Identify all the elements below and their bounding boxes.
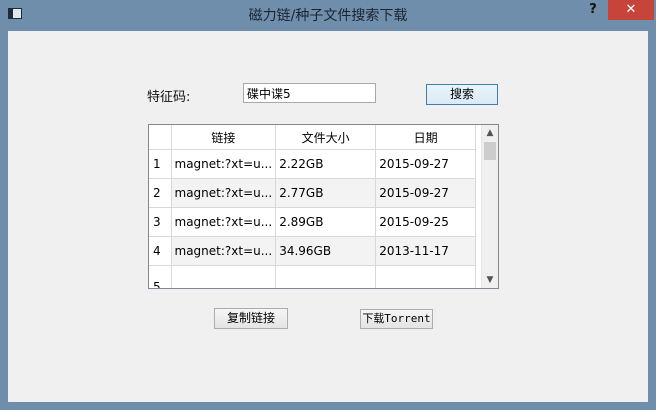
scroll-thumb[interactable]	[484, 142, 496, 160]
cell-size[interactable]: 2.89GB	[275, 207, 377, 237]
row-number[interactable]: 4	[149, 236, 172, 266]
code-input[interactable]	[243, 83, 376, 103]
vertical-scrollbar[interactable]: ▲ ▼	[481, 125, 498, 288]
cell-size[interactable]	[275, 265, 377, 288]
cell-link[interactable]: magnet:?xt=u...	[171, 236, 277, 266]
column-header-link[interactable]: 链接	[171, 125, 277, 150]
scroll-up-icon[interactable]: ▲	[482, 125, 498, 141]
download-torrent-button[interactable]: 下载Torrent	[360, 309, 433, 329]
copy-link-button[interactable]: 复制链接	[214, 308, 288, 329]
cell-date[interactable]	[375, 265, 477, 288]
row-number[interactable]: 5	[149, 265, 172, 288]
app-window: 磁力链/种子文件搜索下载 ? ✕ 特征码: 搜索 链接 文件大小 日期	[0, 0, 656, 410]
title-bar: 磁力链/种子文件搜索下载 ? ✕	[0, 0, 656, 30]
cell-date[interactable]: 2013-11-17	[375, 236, 477, 266]
table-row[interactable]: 3 magnet:?xt=u... 2.89GB 2015-09-25	[149, 207, 477, 237]
search-button[interactable]: 搜索	[426, 84, 498, 105]
cell-date[interactable]: 2015-09-27	[375, 149, 477, 179]
help-button[interactable]: ?	[583, 0, 603, 20]
cell-link[interactable]: magnet:?xt=u...	[171, 207, 277, 237]
cell-date[interactable]: 2015-09-27	[375, 178, 477, 208]
results-table[interactable]: 链接 文件大小 日期 1 magnet:?xt=u... 2.22GB 2015…	[148, 124, 499, 289]
cell-link[interactable]: magnet:?xt=u...	[171, 149, 277, 179]
dialog-body: 特征码: 搜索 链接 文件大小 日期 1	[8, 31, 648, 402]
row-number[interactable]: 1	[149, 149, 172, 179]
table-row[interactable]: 2 magnet:?xt=u... 2.77GB 2015-09-27	[149, 178, 477, 208]
corner-header	[149, 125, 172, 150]
table-row[interactable]: 5	[149, 265, 477, 288]
table-header-row: 链接 文件大小 日期	[149, 125, 477, 150]
table-row[interactable]: 1 magnet:?xt=u... 2.22GB 2015-09-27	[149, 149, 477, 179]
window-title: 磁力链/种子文件搜索下载	[248, 8, 408, 24]
code-label: 特征码:	[147, 90, 191, 105]
cell-size[interactable]: 34.96GB	[275, 236, 377, 266]
cell-link[interactable]: magnet:?xt=u...	[171, 178, 277, 208]
column-header-date[interactable]: 日期	[375, 125, 477, 150]
table-row[interactable]: 4 magnet:?xt=u... 34.96GB 2013-11-17	[149, 236, 477, 266]
close-button[interactable]: ✕	[608, 0, 654, 20]
cell-date[interactable]: 2015-09-25	[375, 207, 477, 237]
row-number[interactable]: 3	[149, 207, 172, 237]
scroll-down-icon[interactable]: ▼	[482, 272, 498, 288]
cell-link[interactable]	[171, 265, 277, 288]
cell-size[interactable]: 2.22GB	[275, 149, 377, 179]
cell-size[interactable]: 2.77GB	[275, 178, 377, 208]
row-number[interactable]: 2	[149, 178, 172, 208]
column-header-size[interactable]: 文件大小	[275, 125, 377, 150]
